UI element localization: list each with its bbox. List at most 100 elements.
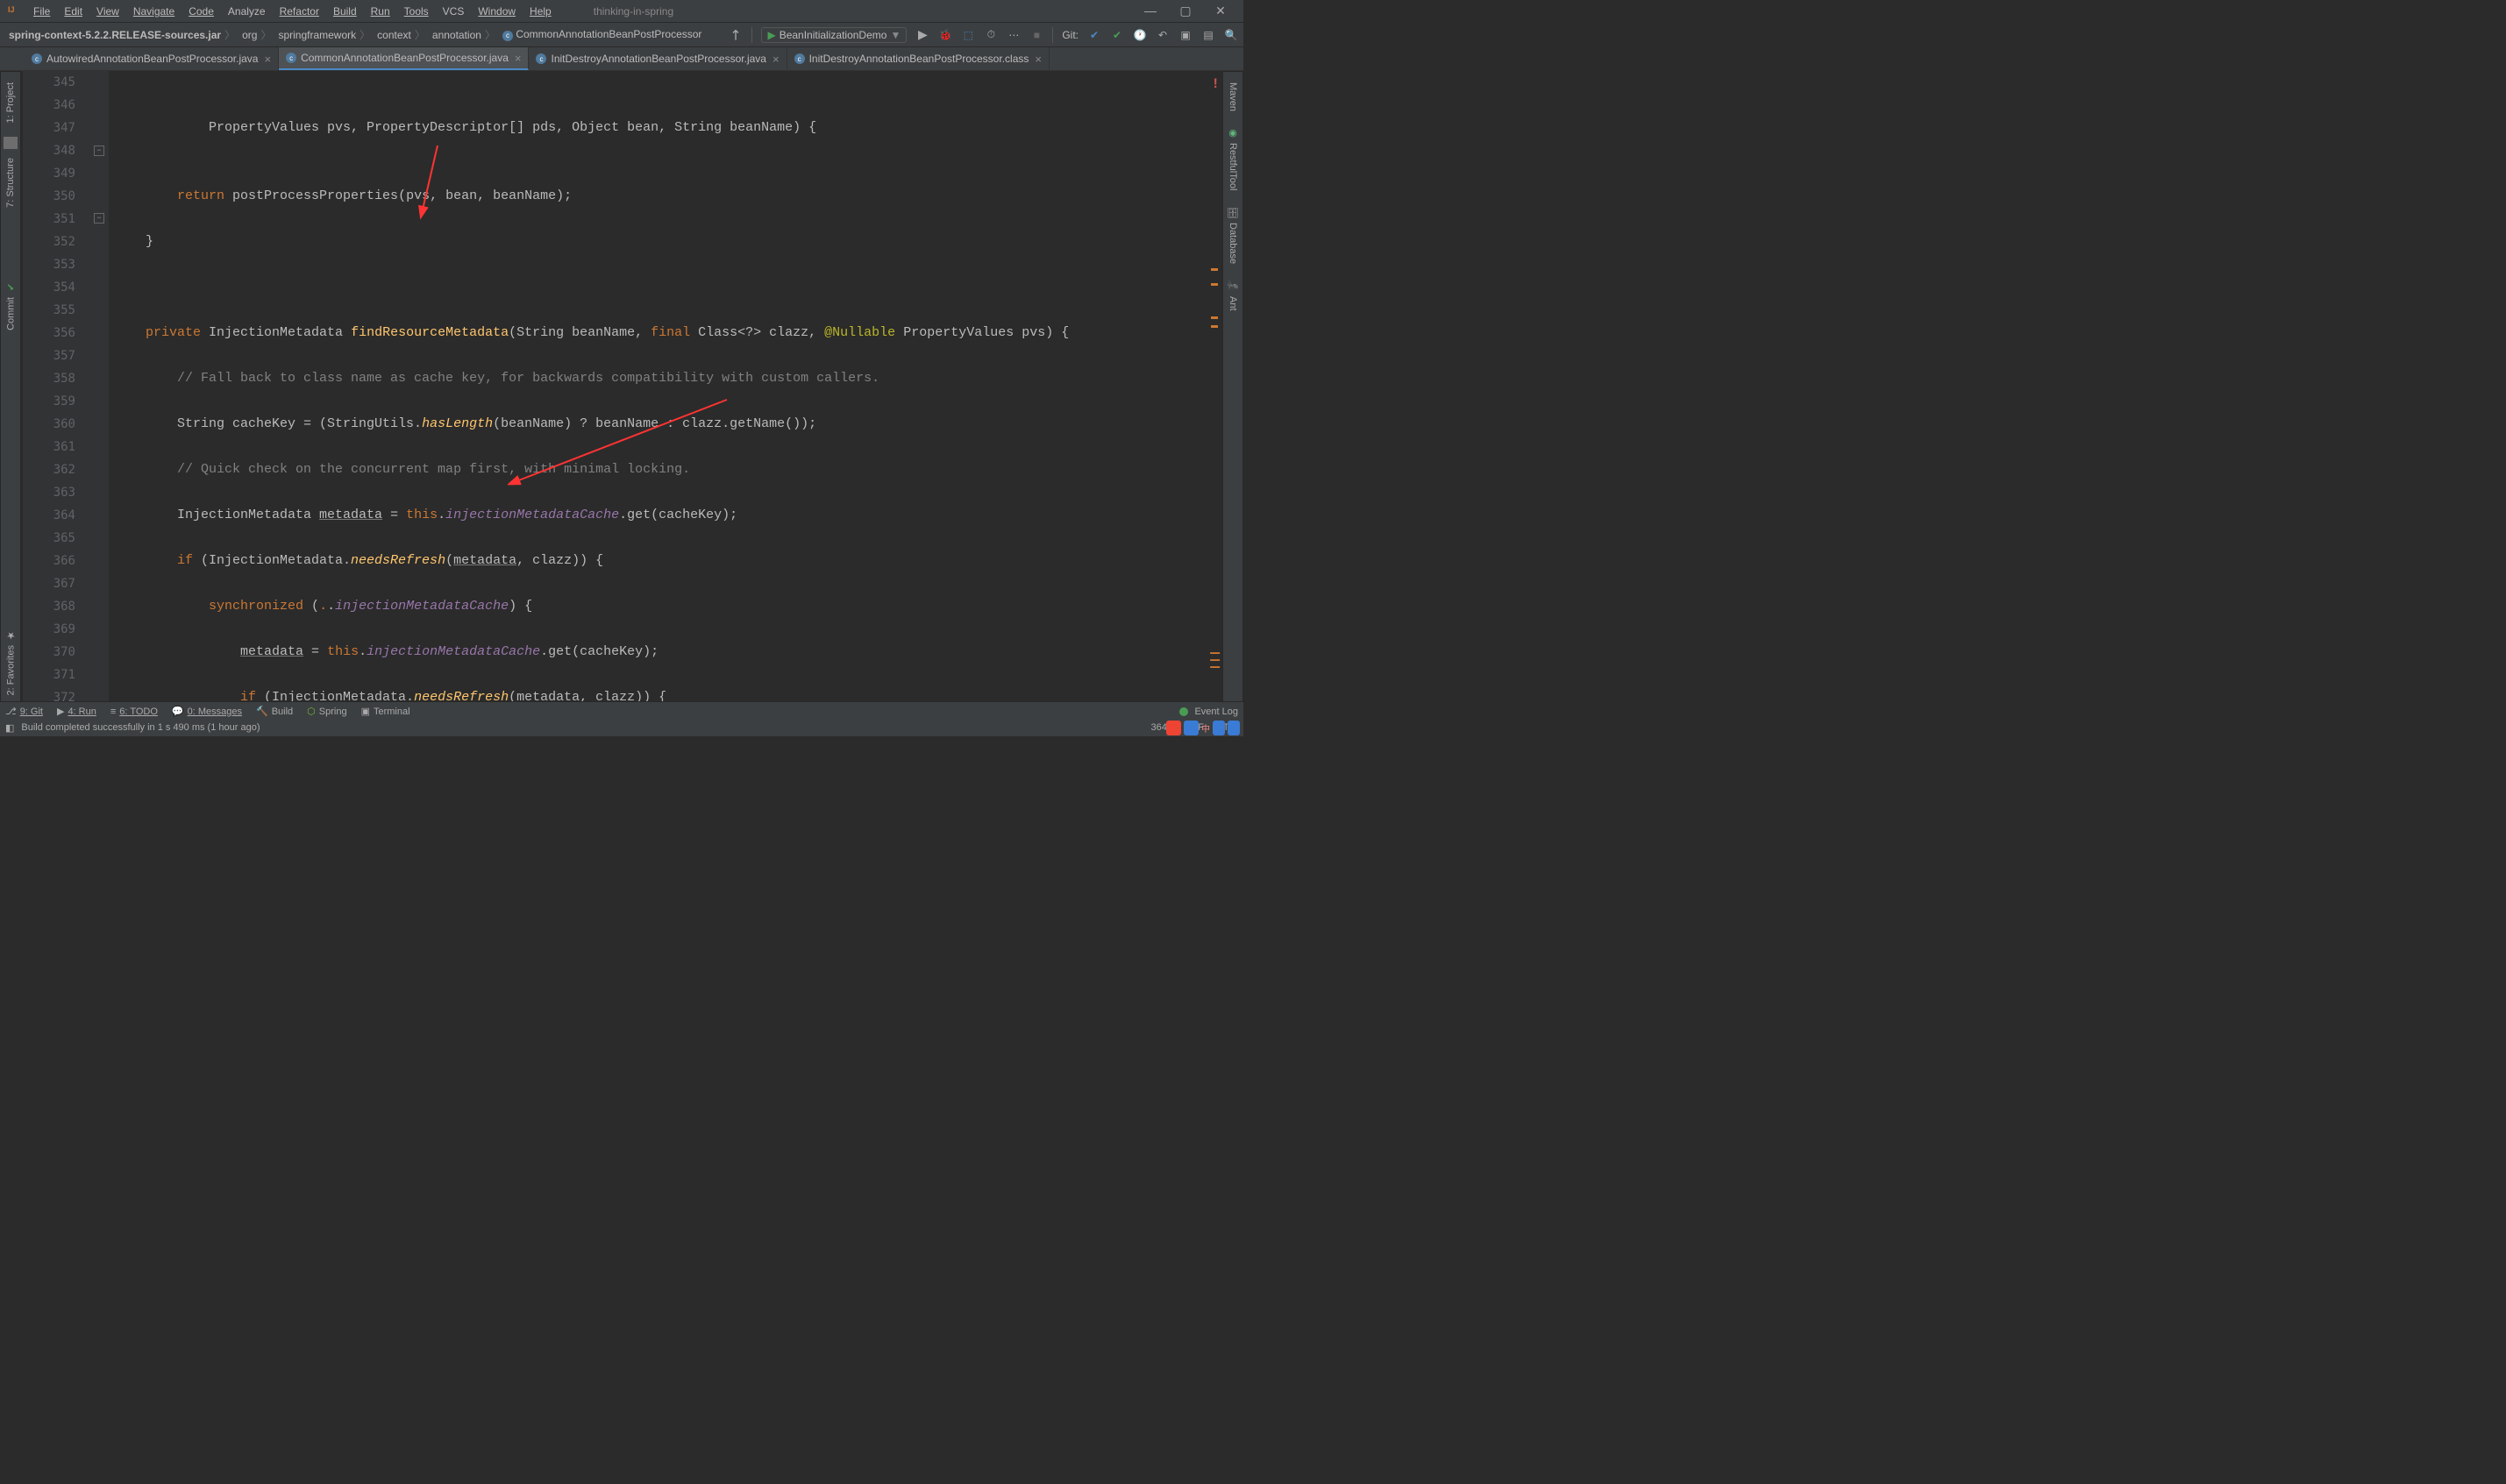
toolwin-run[interactable]: ▶ 4: Run: [57, 706, 96, 717]
toolwin-favorites[interactable]: 2: Favorites ★: [4, 622, 18, 702]
git-label: Git:: [1062, 29, 1079, 41]
warning-mark[interactable]: [1211, 283, 1218, 286]
codewithme-button[interactable]: ▣: [1178, 29, 1192, 41]
toolbar-separator: [1052, 27, 1053, 43]
toolwin-git[interactable]: ⎇ 9: Git: [5, 706, 43, 717]
code-line: if (InjectionMetadata.needsRefresh(metad…: [114, 550, 1221, 572]
breadcrumb-pkg-org[interactable]: org: [238, 27, 274, 42]
app-logo: [5, 4, 21, 19]
editor-tab[interactable]: cAutowiredAnnotationBeanPostProcessor.ja…: [25, 47, 279, 70]
git-commit-button[interactable]: ✔: [1110, 29, 1124, 41]
error-stripe-error-icon: !: [1211, 73, 1220, 96]
warning-mark[interactable]: [1211, 316, 1218, 319]
menu-file[interactable]: File: [26, 5, 57, 18]
tray-ime-icon[interactable]: [1184, 721, 1199, 735]
close-tab-icon[interactable]: ×: [515, 52, 522, 65]
class-icon: c: [286, 53, 296, 63]
git-update-button[interactable]: ✔: [1087, 29, 1101, 41]
fold-toggle[interactable]: −: [94, 146, 104, 156]
git-revert-button[interactable]: ↶: [1156, 29, 1170, 41]
profile-button[interactable]: ⏱: [984, 28, 998, 41]
menu-run[interactable]: Run: [364, 5, 397, 18]
menu-vcs[interactable]: VCS: [436, 5, 472, 18]
fold-toggle[interactable]: −: [94, 213, 104, 224]
toolwin-spring[interactable]: ⬡ Spring: [307, 706, 346, 717]
ide-settings-button[interactable]: ▤: [1201, 29, 1215, 41]
code-line: // Fall back to class name as cache key,…: [114, 367, 1221, 390]
debug-button[interactable]: 🐞: [938, 29, 952, 41]
toolwin-ant[interactable]: 🐜 Ant: [1226, 273, 1241, 318]
warning-mark[interactable]: [1211, 268, 1218, 271]
breadcrumb-pkg-context[interactable]: context: [374, 27, 429, 42]
code-line: }: [114, 231, 1221, 253]
breadcrumb-pkg-annotation[interactable]: annotation: [429, 27, 499, 42]
menu-tools[interactable]: Tools: [397, 5, 436, 18]
window-minimize-button[interactable]: —: [1133, 4, 1168, 18]
close-tab-icon[interactable]: ×: [1035, 53, 1042, 66]
toolwin-maven[interactable]: Maven: [1226, 75, 1240, 118]
code-line: // Quick check on the concurrent map fir…: [114, 458, 1221, 481]
editor-tab[interactable]: cInitDestroyAnnotationBeanPostProcessor.…: [529, 47, 787, 70]
menu-build[interactable]: Build: [326, 5, 364, 18]
code-editor[interactable]: PropertyValues pvs, PropertyDescriptor[]…: [109, 71, 1221, 703]
event-log-button[interactable]: Event Log: [1179, 706, 1238, 717]
system-tray: 中: [1166, 721, 1240, 735]
toolwin-database[interactable]: 🗄 Database: [1226, 199, 1241, 271]
run-config-selector[interactable]: ▶BeanInitializationDemo▼: [761, 27, 907, 43]
code-line: String cacheKey = (StringUtils.hasLength…: [114, 413, 1221, 436]
code-line: InjectionMetadata metadata = this.inject…: [114, 504, 1221, 527]
close-tab-icon[interactable]: ×: [772, 53, 780, 66]
attach-button[interactable]: ⋯: [1007, 29, 1021, 41]
toolwin-todo[interactable]: ≡ 6: TODO: [110, 706, 158, 717]
line-number-gutter[interactable]: 345 346 347 348 349 350 351 352 353 354 …: [23, 71, 89, 703]
toolwin-messages[interactable]: 💬 0: Messages: [172, 706, 242, 717]
back-arrow-icon[interactable]: ↘: [725, 24, 747, 46]
editor-tab[interactable]: cInitDestroyAnnotationBeanPostProcessor.…: [787, 47, 1050, 70]
fold-gutter[interactable]: − −: [89, 71, 109, 703]
toolwin-restfultool[interactable]: ◉ RestfulTool: [1226, 120, 1241, 197]
warning-stripe-icon: ———: [1210, 650, 1220, 671]
close-tab-icon[interactable]: ×: [264, 53, 271, 66]
toolwin-structure[interactable]: 7: Structure: [4, 151, 18, 215]
search-button[interactable]: 🔍: [1224, 29, 1238, 41]
menu-view[interactable]: View: [89, 5, 126, 18]
window-maximize-button[interactable]: ▢: [1168, 4, 1203, 18]
menu-code[interactable]: Code: [182, 5, 221, 18]
toolwin-commit[interactable]: Commit ✔: [4, 274, 18, 337]
status-left-icon[interactable]: ◧: [5, 722, 14, 734]
tab-label: InitDestroyAnnotationBeanPostProcessor.c…: [809, 53, 1029, 65]
breadcrumb-jar[interactable]: spring-context-5.2.2.RELEASE-sources.jar: [5, 27, 238, 42]
menu-window[interactable]: Window: [471, 5, 523, 18]
right-tool-stripe: Maven ◉ RestfulTool 🗄 Database 🐜 Ant: [1222, 71, 1243, 703]
tray-icon[interactable]: [1213, 721, 1225, 735]
code-line: metadata = this.injectionMetadataCache.g…: [114, 641, 1221, 664]
run-button[interactable]: ▶: [915, 27, 929, 42]
toolwin-build[interactable]: 🔨 Build: [256, 706, 293, 717]
stop-button[interactable]: ■: [1029, 29, 1043, 41]
editor-tab-active[interactable]: cCommonAnnotationBeanPostProcessor.java×: [279, 47, 529, 70]
menu-analyze[interactable]: Analyze: [221, 5, 273, 18]
git-history-button[interactable]: 🕐: [1133, 29, 1147, 41]
code-line: synchronized (..injectionMetadataCache) …: [114, 595, 1221, 618]
tool-folder-icon[interactable]: [4, 137, 18, 149]
breadcrumb-pkg-springframework[interactable]: springframework: [274, 27, 374, 42]
status-message: Build completed successfully in 1 s 490 …: [21, 722, 260, 733]
annotation-arrow: [416, 141, 451, 220]
menu-edit[interactable]: Edit: [57, 5, 89, 18]
toolwin-project[interactable]: 1: Project: [4, 75, 18, 130]
error-stripe[interactable]: ! ———: [1210, 71, 1221, 703]
coverage-button[interactable]: ⬚: [961, 29, 975, 41]
class-icon: c: [536, 53, 546, 64]
menu-refactor[interactable]: Refactor: [273, 5, 326, 18]
menu-help[interactable]: Help: [523, 5, 559, 18]
menu-navigate[interactable]: Navigate: [126, 5, 182, 18]
breadcrumb-class[interactable]: c CommonAnnotationBeanPostProcessor: [499, 28, 705, 41]
toolwin-terminal[interactable]: ▣ Terminal: [361, 706, 410, 717]
window-close-button[interactable]: ✕: [1203, 4, 1238, 18]
tray-icon[interactable]: [1228, 721, 1240, 735]
status-bar: ◧ Build completed successfully in 1 s 49…: [0, 719, 1243, 736]
code-line: private InjectionMetadata findResourceMe…: [114, 322, 1221, 344]
tray-sogou-icon[interactable]: [1166, 721, 1181, 735]
bottom-tool-stripe: ⎇ 9: Git ▶ 4: Run ≡ 6: TODO 💬 0: Message…: [0, 701, 1243, 721]
warning-mark[interactable]: [1211, 325, 1218, 328]
